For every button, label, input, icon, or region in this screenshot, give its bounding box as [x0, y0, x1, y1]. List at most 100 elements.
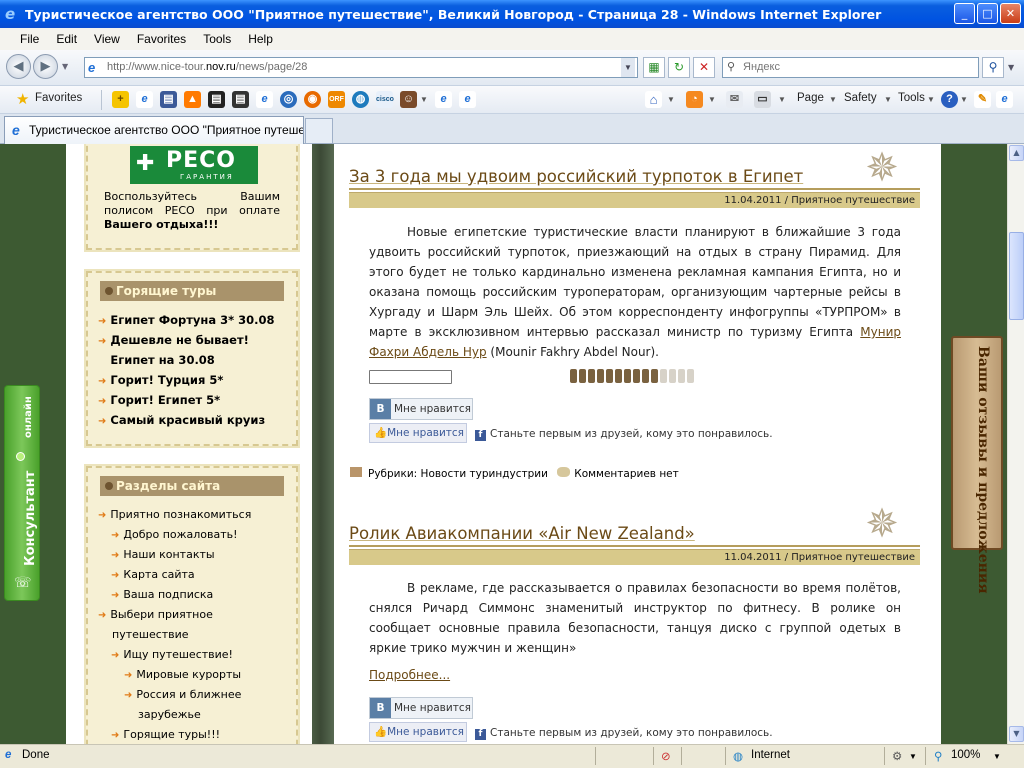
link-blue-icon[interactable]: ▤ — [160, 91, 177, 108]
help-dropdown-icon[interactable]: ▼ — [960, 95, 968, 104]
menu-file[interactable]: File — [20, 32, 39, 46]
hot-tour-link[interactable]: ➜ Самый красивый круиз — [98, 413, 265, 427]
link-ie3-icon[interactable]: e — [435, 91, 452, 108]
rating-square[interactable] — [660, 369, 667, 383]
protected-dropdown-icon[interactable]: ▼ — [909, 752, 917, 761]
feeds-icon[interactable]: ◔ — [686, 91, 703, 108]
link-doc2-icon[interactable]: ▤ — [232, 91, 249, 108]
compatibility-icon[interactable]: ▦ — [643, 57, 665, 78]
close-button[interactable]: ✕ — [1000, 3, 1021, 24]
scroll-up-icon[interactable]: ▲ — [1009, 145, 1024, 161]
rating-square[interactable] — [687, 369, 694, 383]
more-links-icon[interactable]: ▼ — [420, 95, 428, 104]
feeds-dropdown-icon[interactable]: ▼ — [708, 95, 716, 104]
history-dropdown-icon[interactable]: ▼ — [62, 62, 68, 71]
rating-square[interactable] — [642, 369, 649, 383]
zoom-level[interactable]: 100% — [951, 749, 980, 761]
scroll-down-icon[interactable]: ▼ — [1009, 726, 1024, 742]
section-link[interactable]: ➜ Выбери приятное — [98, 608, 213, 621]
rating-square[interactable] — [624, 369, 631, 383]
rating-square[interactable] — [570, 369, 577, 383]
back-button[interactable]: ◀ — [6, 54, 31, 79]
section-link[interactable]: ➜ Приятно познакомиться — [98, 508, 251, 521]
read-mail-icon[interactable]: ✉ — [726, 91, 743, 108]
hot-tour-link[interactable]: ➜Египет на 30.08 — [98, 353, 214, 367]
new-tab-button[interactable] — [305, 118, 333, 144]
menu-edit[interactable]: Edit — [56, 32, 77, 46]
home-icon[interactable]: ⌂ — [645, 91, 662, 108]
favorites-button[interactable]: Favorites — [35, 92, 82, 104]
hot-tour-link[interactable]: ➜ Египет Фортуна 3* 30.08 — [98, 313, 275, 327]
section-link-cont[interactable]: путешествие — [112, 628, 189, 641]
zoom-icon[interactable]: ⚲ — [934, 749, 942, 763]
stop-icon[interactable]: ✕ — [693, 57, 715, 78]
share-box[interactable] — [369, 370, 452, 384]
link-cisco-icon[interactable]: cisco — [376, 91, 394, 108]
rubric-link[interactable]: Рубрики: Новости туриндустрии — [368, 468, 548, 480]
fb-like-button[interactable]: 👍Мне нравится — [369, 722, 467, 742]
reso-logo[interactable]: ✚ РЕСО ГАРАНТИЯ — [130, 146, 258, 184]
link-orange-icon[interactable]: ◉ — [304, 91, 321, 108]
vk-like-button[interactable]: B Мне нравится — [369, 398, 473, 420]
section-link[interactable]: ➜ Россия и ближнее — [124, 688, 241, 701]
help-icon[interactable]: ? — [941, 91, 958, 108]
rating-square[interactable] — [633, 369, 640, 383]
tools-menu[interactable]: Tools — [898, 92, 925, 104]
section-link[interactable]: ➜ Ищу путешествие! — [111, 648, 233, 661]
link-globe-icon[interactable]: ◍ — [352, 91, 369, 108]
research-icon[interactable]: ✎ — [974, 91, 991, 108]
read-more-link[interactable]: Подробнее... — [369, 668, 450, 682]
rating-square[interactable] — [597, 369, 604, 383]
favorites-star-icon[interactable]: ★ — [16, 90, 29, 108]
addon-ie-icon[interactable]: e — [996, 91, 1013, 108]
page-menu[interactable]: Page — [797, 92, 824, 104]
address-dropdown-icon[interactable]: ▼ — [621, 58, 635, 77]
zoom-dropdown-icon[interactable]: ▼ — [993, 752, 1001, 761]
forward-button[interactable]: ▶ — [33, 54, 58, 79]
menu-view[interactable]: View — [94, 32, 120, 46]
minimize-button[interactable]: _ — [954, 3, 975, 24]
comments-link[interactable]: Комментариев нет — [574, 468, 679, 480]
hot-tour-link[interactable]: ➜ Горит! Египет 5* — [98, 393, 220, 407]
link-orf-icon[interactable]: ORF — [328, 91, 345, 108]
tab-active[interactable]: Туристическое агентство ООО "Приятное пу… — [4, 116, 304, 144]
reviews-widget[interactable]: Ваши отзывы и предложения — [951, 336, 1003, 594]
hot-tour-link[interactable]: ➜ Дешевле не бывает! — [98, 333, 249, 347]
search-button[interactable]: ⚲ — [982, 57, 1004, 78]
hot-tour-link[interactable]: ➜ Горит! Турция 5* — [98, 373, 223, 387]
section-link[interactable]: ➜ Мировые курорты — [124, 668, 241, 681]
search-options-icon[interactable]: ▼ — [1008, 63, 1014, 72]
scroll-thumb[interactable] — [1009, 232, 1024, 320]
link-ie2-icon[interactable]: e — [256, 91, 273, 108]
link-photo-icon[interactable]: ☺ — [400, 91, 417, 108]
section-link[interactable]: ➜ Горящие туры!!! — [111, 728, 220, 741]
menu-help[interactable]: Help — [248, 32, 273, 46]
link-ie4-icon[interactable]: e — [459, 91, 476, 108]
address-input[interactable]: e http://www.nice-tour.nov.ru/news/page/… — [84, 57, 638, 78]
rating-square[interactable] — [615, 369, 622, 383]
rating-square[interactable] — [606, 369, 613, 383]
rating-square[interactable] — [579, 369, 586, 383]
maximize-button[interactable]: □ — [977, 3, 998, 24]
menu-favorites[interactable]: Favorites — [137, 32, 186, 46]
section-link[interactable]: ➜ Добро пожаловать! — [111, 528, 238, 541]
fb-like-button[interactable]: 👍Мне нравится — [369, 423, 467, 443]
rating-square[interactable] — [588, 369, 595, 383]
link-ie-icon[interactable]: e — [136, 91, 153, 108]
window-titlebar[interactable]: e Туристическое агентство ООО "Приятное … — [0, 0, 1024, 28]
home-dropdown-icon[interactable]: ▼ — [667, 95, 675, 104]
link-fire-icon[interactable]: ▲ — [184, 91, 201, 108]
post-title-link[interactable]: За 3 года мы удвоим российский турпоток … — [349, 167, 803, 186]
menu-tools[interactable]: Tools — [203, 32, 231, 46]
privacy-icon[interactable]: ⊘ — [661, 749, 671, 763]
post-title-link[interactable]: Ролик Авиакомпании «Air New Zealand» — [349, 524, 695, 543]
vertical-scrollbar[interactable]: ▲ ▼ — [1007, 144, 1024, 744]
add-favorite-icon[interactable]: + — [112, 91, 129, 108]
refresh-icon[interactable]: ↻ — [668, 57, 690, 78]
rating-square[interactable] — [669, 369, 676, 383]
rating-square[interactable] — [651, 369, 658, 383]
print-icon[interactable]: ▭ — [754, 91, 771, 108]
print-dropdown-icon[interactable]: ▼ — [778, 95, 786, 104]
section-link-cont[interactable]: зарубежье — [138, 708, 201, 721]
section-link[interactable]: ➜ Наши контакты — [111, 548, 215, 561]
